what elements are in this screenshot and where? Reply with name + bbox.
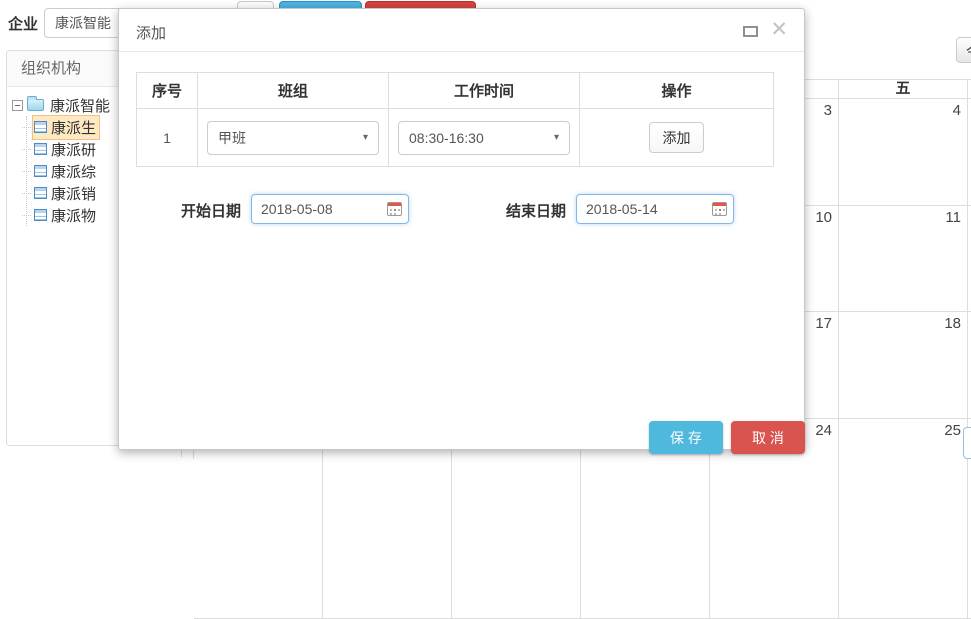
panel-border-stub [181, 449, 182, 457]
team-cell: 甲班 ▾ [198, 109, 389, 167]
day-number: 11 [839, 206, 967, 229]
calendar-day-cell[interactable]: 18 [839, 312, 968, 419]
worktime-select-value: 08:30-16:30 [409, 130, 484, 146]
app-root: { "topbar": { "enterprise_label": "企业", … [0, 0, 971, 457]
dialog-header: 添加 ✕ [119, 9, 804, 52]
calendar-day-cell[interactable]: 25 [839, 419, 968, 619]
col-header-worktime: 工作时间 [389, 73, 580, 109]
shift-table-header-row: 序号 班组 工作时间 操作 [137, 73, 774, 109]
calendar-day-header-friday: 五 [839, 80, 968, 99]
shift-table: 序号 班组 工作时间 操作 1 甲班 ▾ 08:30-16:30 ▾ 添加 [136, 72, 774, 167]
grid-icon [34, 209, 47, 221]
calendar-day-cell[interactable]: 4 [839, 99, 968, 206]
action-cell: 添加 [580, 109, 774, 167]
calendar-day-cell[interactable]: 11 [839, 206, 968, 312]
start-date-input[interactable] [251, 194, 409, 224]
day-number: 4 [839, 99, 967, 122]
row-index-cell: 1 [137, 109, 198, 167]
team-select[interactable]: 甲班 ▾ [207, 121, 379, 155]
chevron-down-icon: ▾ [363, 132, 368, 143]
worktime-select[interactable]: 08:30-16:30 ▾ [398, 121, 570, 155]
calendar-event-fragment [963, 427, 971, 459]
close-icon[interactable]: ✕ [770, 15, 788, 45]
collapse-toggle-icon[interactable] [12, 100, 23, 111]
calendar-picker-icon[interactable] [387, 202, 402, 216]
grid-icon [34, 121, 47, 133]
add-dialog: 添加 ✕ 序号 班组 工作时间 操作 1 甲班 ▾ 08:30-16:30 ▾ [118, 8, 805, 450]
tree-item-label: 康派物 [51, 205, 96, 226]
tree-item-label: 康派销 [51, 183, 96, 204]
tree-item-label: 康派生 [51, 117, 96, 138]
end-date-label: 结束日期 [506, 200, 566, 221]
maximize-icon[interactable] [743, 26, 758, 37]
tree-item-label: 康派综 [51, 161, 96, 182]
tree-connector-line [26, 116, 27, 226]
start-date-label: 开始日期 [181, 200, 241, 221]
enterprise-label: 企业 [8, 13, 38, 34]
today-button[interactable]: 今天 [956, 37, 971, 63]
day-number: 25 [839, 419, 967, 442]
col-header-action: 操作 [580, 73, 774, 109]
grid-icon [34, 143, 47, 155]
end-date-field [576, 194, 734, 224]
tree-item-node[interactable]: 康派物 [32, 203, 100, 228]
team-select-value: 甲班 [218, 128, 246, 148]
chevron-down-icon: ▾ [554, 132, 559, 143]
grid-icon [34, 165, 47, 177]
col-header-team: 班组 [198, 73, 389, 109]
end-date-input[interactable] [576, 194, 734, 224]
day-number: 18 [839, 312, 967, 335]
col-header-index: 序号 [137, 73, 198, 109]
save-button[interactable]: 保 存 [649, 421, 723, 454]
start-date-field [251, 194, 409, 224]
dialog-title: 添加 [136, 22, 166, 43]
shift-table-row: 1 甲班 ▾ 08:30-16:30 ▾ 添加 [137, 109, 774, 167]
worktime-cell: 08:30-16:30 ▾ [389, 109, 580, 167]
grid-icon [34, 187, 47, 199]
add-row-button[interactable]: 添加 [649, 122, 704, 153]
folder-icon [27, 99, 44, 111]
tree-item-label: 康派研 [51, 139, 96, 160]
calendar-picker-icon[interactable] [712, 202, 727, 216]
cancel-button[interactable]: 取 消 [731, 421, 805, 454]
